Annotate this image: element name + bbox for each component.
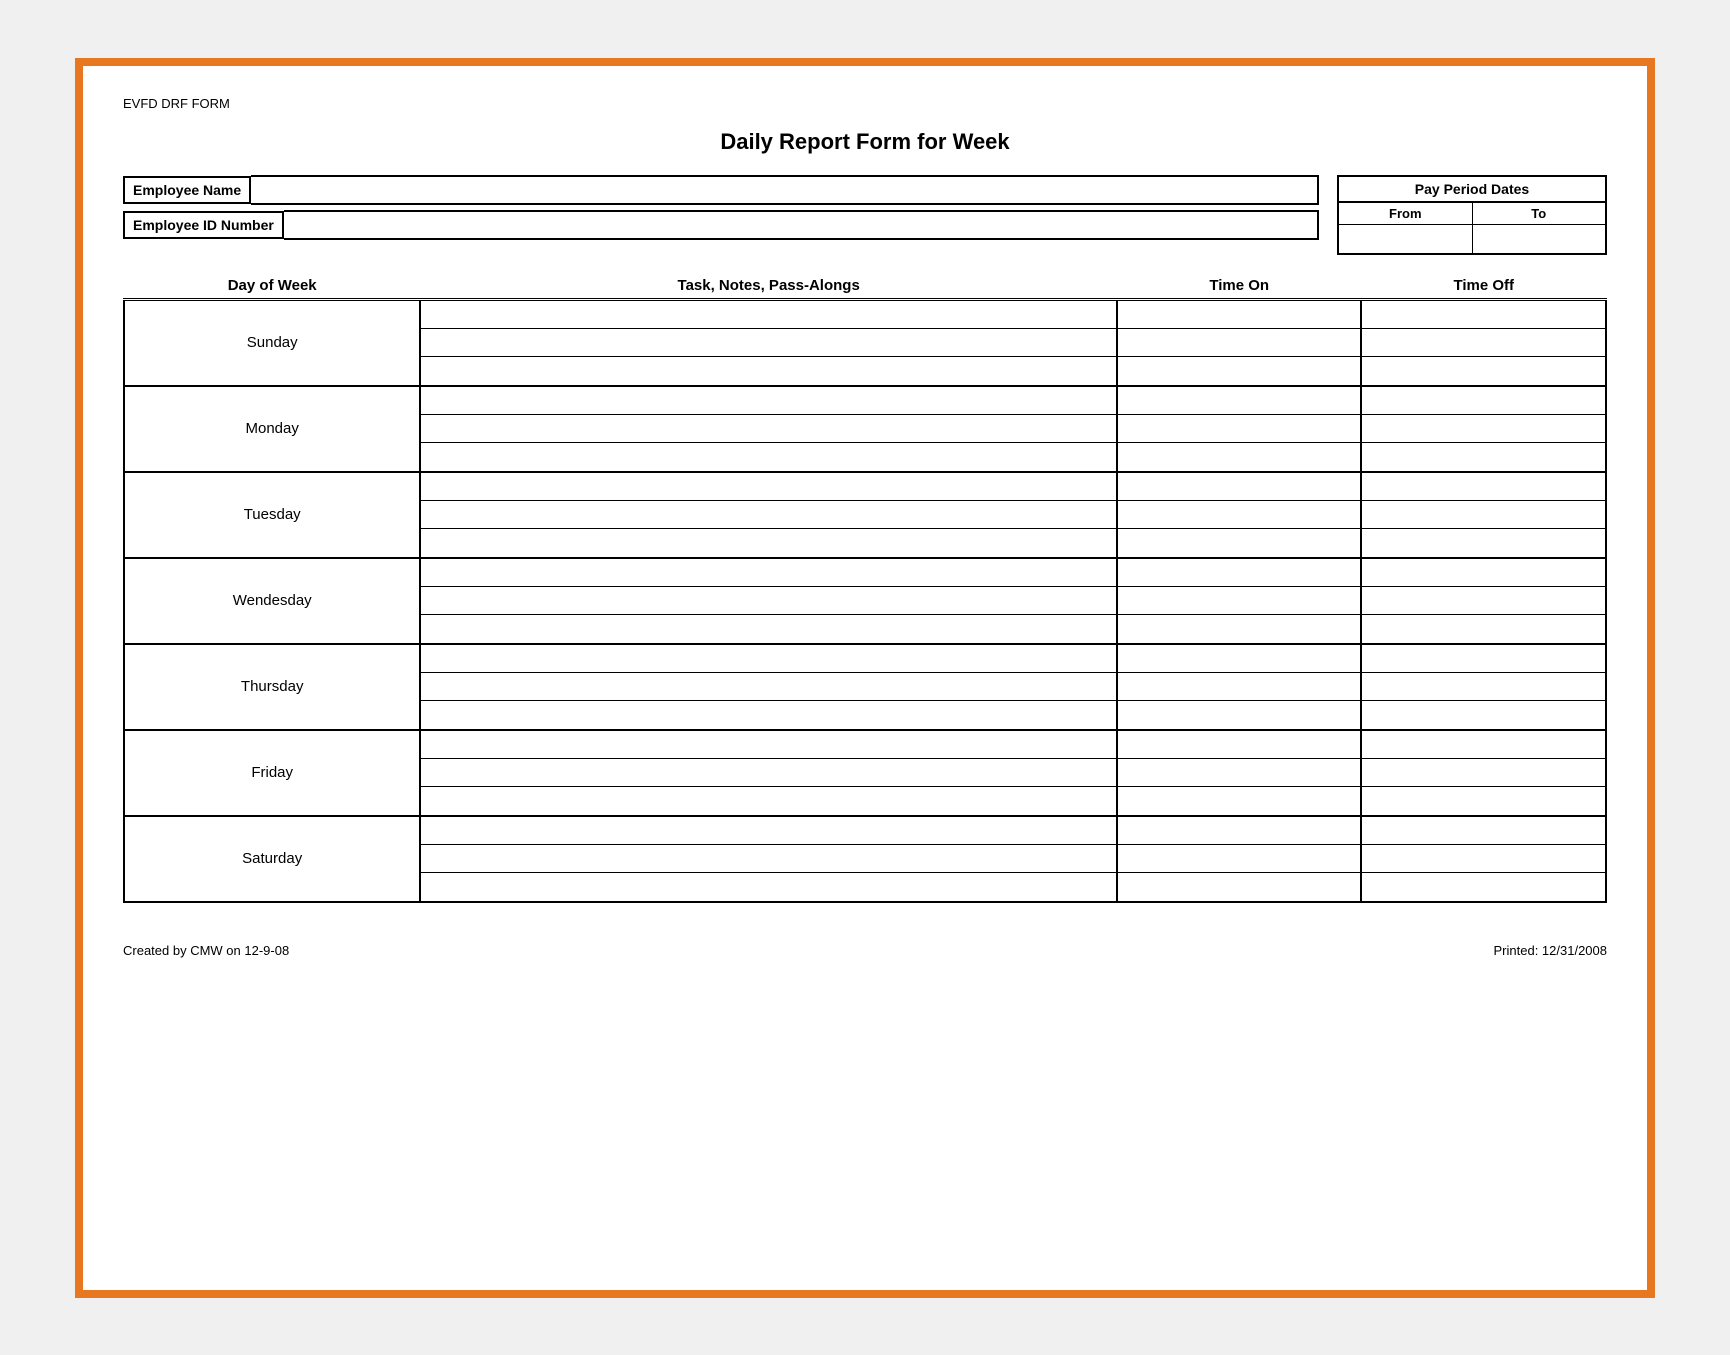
table-row: Wendesday — [124, 558, 1606, 644]
time-off-cell[interactable] — [1361, 816, 1606, 902]
table-row: Saturday — [124, 816, 1606, 902]
tasks-cell[interactable] — [420, 558, 1117, 644]
time-on-cell[interactable] — [1117, 299, 1362, 386]
time-on-cell[interactable] — [1117, 558, 1362, 644]
col-timeon-header: Time On — [1117, 277, 1362, 300]
form-header-label: EVFD DRF FORM — [123, 96, 1607, 111]
pay-period-title: Pay Period Dates — [1339, 177, 1605, 203]
day-name-cell: Monday — [124, 386, 420, 472]
tasks-cell[interactable] — [420, 816, 1117, 902]
pay-period-to-label: To — [1473, 203, 1606, 224]
time-on-cell[interactable] — [1117, 644, 1362, 730]
day-name-cell: Thursday — [124, 644, 420, 730]
table-row: Monday — [124, 386, 1606, 472]
tasks-cell[interactable] — [420, 299, 1117, 386]
form-container: EVFD DRF FORM Daily Report Form for Week… — [75, 58, 1655, 1298]
table-row: Friday — [124, 730, 1606, 816]
time-off-cell[interactable] — [1361, 472, 1606, 558]
time-off-cell[interactable] — [1361, 558, 1606, 644]
pay-period-to-input[interactable] — [1473, 225, 1606, 253]
time-on-cell[interactable] — [1117, 472, 1362, 558]
col-tasks-header: Task, Notes, Pass-Alongs — [420, 277, 1117, 300]
time-on-cell[interactable] — [1117, 386, 1362, 472]
report-table: Day of Week Task, Notes, Pass-Alongs Tim… — [123, 277, 1607, 903]
footer-right: Printed: 12/31/2008 — [1494, 943, 1607, 958]
tasks-cell[interactable] — [420, 472, 1117, 558]
table-row: Thursday — [124, 644, 1606, 730]
table-row: Sunday — [124, 299, 1606, 386]
day-name-cell: Tuesday — [124, 472, 420, 558]
tasks-cell[interactable] — [420, 386, 1117, 472]
day-name-cell: Friday — [124, 730, 420, 816]
day-name-cell: Saturday — [124, 816, 420, 902]
day-name-cell: Sunday — [124, 299, 420, 386]
employee-name-label: Employee Name — [123, 176, 251, 204]
pay-period-block: Pay Period Dates From To — [1337, 175, 1607, 255]
time-off-cell[interactable] — [1361, 644, 1606, 730]
time-off-cell[interactable] — [1361, 730, 1606, 816]
employee-id-input[interactable] — [284, 210, 1319, 240]
tasks-cell[interactable] — [420, 644, 1117, 730]
col-timeoff-header: Time Off — [1361, 277, 1606, 300]
time-off-cell[interactable] — [1361, 299, 1606, 386]
employee-name-input[interactable] — [251, 175, 1319, 205]
col-day-header: Day of Week — [124, 277, 420, 300]
table-row: Tuesday — [124, 472, 1606, 558]
time-on-cell[interactable] — [1117, 730, 1362, 816]
pay-period-from-label: From — [1339, 203, 1473, 224]
employee-id-label: Employee ID Number — [123, 211, 284, 239]
day-name-cell: Wendesday — [124, 558, 420, 644]
time-on-cell[interactable] — [1117, 816, 1362, 902]
tasks-cell[interactable] — [420, 730, 1117, 816]
form-title: Daily Report Form for Week — [123, 129, 1607, 155]
footer-left: Created by CMW on 12-9-08 — [123, 943, 289, 958]
time-off-cell[interactable] — [1361, 386, 1606, 472]
pay-period-from-input[interactable] — [1339, 225, 1473, 253]
